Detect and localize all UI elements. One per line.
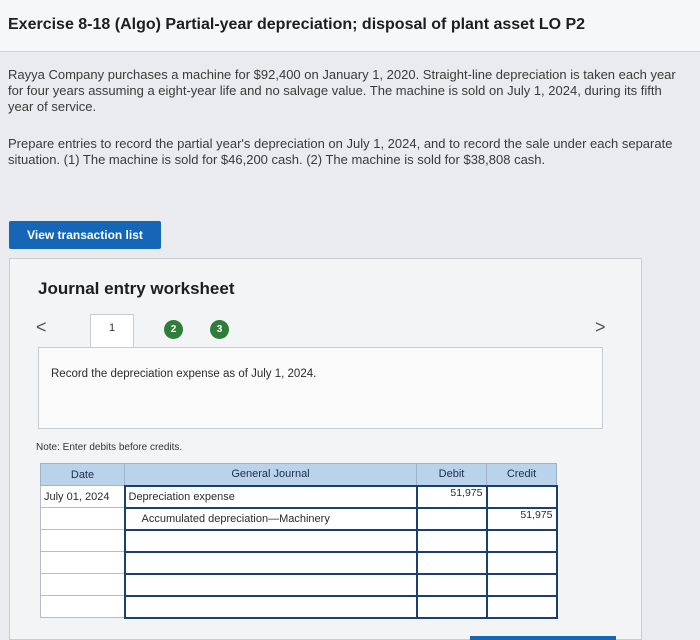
- table-row: Accumulated depreciation—Machinery 51,97…: [40, 506, 558, 531]
- debit-cell[interactable]: [415, 550, 488, 575]
- view-transaction-list-button[interactable]: View transaction list: [9, 221, 161, 249]
- chevron-right-icon[interactable]: >: [595, 317, 606, 338]
- problem-paragraph-1: Rayya Company purchases a machine for $9…: [8, 67, 676, 114]
- account-cell[interactable]: Depreciation expense: [123, 484, 418, 509]
- tab-entry-3[interactable]: 3: [210, 320, 229, 339]
- table-row: [40, 572, 558, 597]
- chevron-left-icon[interactable]: <: [36, 317, 47, 338]
- debit-cell[interactable]: [415, 594, 488, 619]
- table-row: July 01, 2024 Depreciation expense 51,97…: [40, 484, 558, 509]
- account-cell[interactable]: [123, 594, 418, 619]
- credit-cell[interactable]: [485, 594, 558, 619]
- journal-header-row: Date General Journal Debit Credit: [40, 463, 557, 486]
- debit-cell[interactable]: 51,975: [415, 484, 488, 509]
- date-cell[interactable]: [40, 551, 125, 574]
- instruction-box: Record the depreciation expense as of Ju…: [38, 347, 603, 429]
- column-header-debit: Debit: [416, 463, 487, 486]
- date-cell[interactable]: [40, 529, 125, 552]
- debit-cell[interactable]: [415, 506, 488, 531]
- account-cell[interactable]: Accumulated depreciation—Machinery: [123, 506, 418, 531]
- column-header-date: Date: [40, 463, 125, 486]
- column-header-credit: Credit: [486, 463, 557, 486]
- table-row: [40, 528, 558, 553]
- instruction-text: Record the depreciation expense as of Ju…: [51, 368, 317, 380]
- column-header-general-journal: General Journal: [124, 463, 417, 486]
- worksheet-title: Journal entry worksheet: [38, 279, 235, 298]
- tab-entry-1-label: 1: [108, 322, 116, 334]
- table-row: [40, 594, 558, 619]
- date-cell[interactable]: [40, 573, 125, 596]
- credit-cell[interactable]: [485, 572, 558, 597]
- table-row: [40, 550, 558, 575]
- bottom-action-button[interactable]: [470, 636, 616, 640]
- debit-cell[interactable]: [415, 528, 488, 553]
- date-cell[interactable]: [40, 507, 125, 530]
- credit-cell[interactable]: [485, 550, 558, 575]
- credit-cell[interactable]: [485, 528, 558, 553]
- account-cell[interactable]: [123, 528, 418, 553]
- problem-paragraph-2: Prepare entries to record the partial ye…: [8, 136, 673, 167]
- note-text: Note: Enter debits before credits.: [36, 442, 183, 453]
- journal-table: Date General Journal Debit Credit July 0…: [40, 463, 558, 619]
- exercise-title: Exercise 8-18 (Algo) Partial-year deprec…: [8, 16, 586, 33]
- credit-cell[interactable]: 51,975: [485, 506, 558, 531]
- exercise-header: Exercise 8-18 (Algo) Partial-year deprec…: [0, 0, 700, 52]
- debit-cell[interactable]: [415, 572, 488, 597]
- tab-entry-2[interactable]: 2: [164, 320, 183, 339]
- account-cell[interactable]: [123, 572, 418, 597]
- account-cell[interactable]: [123, 550, 418, 575]
- tab-entry-1[interactable]: 1: [90, 314, 134, 348]
- credit-cell[interactable]: [485, 484, 558, 509]
- date-cell[interactable]: July 01, 2024: [40, 485, 125, 508]
- date-cell[interactable]: [40, 595, 125, 618]
- journal-entry-worksheet: Journal entry worksheet < 1 2 3 > Record…: [9, 258, 642, 640]
